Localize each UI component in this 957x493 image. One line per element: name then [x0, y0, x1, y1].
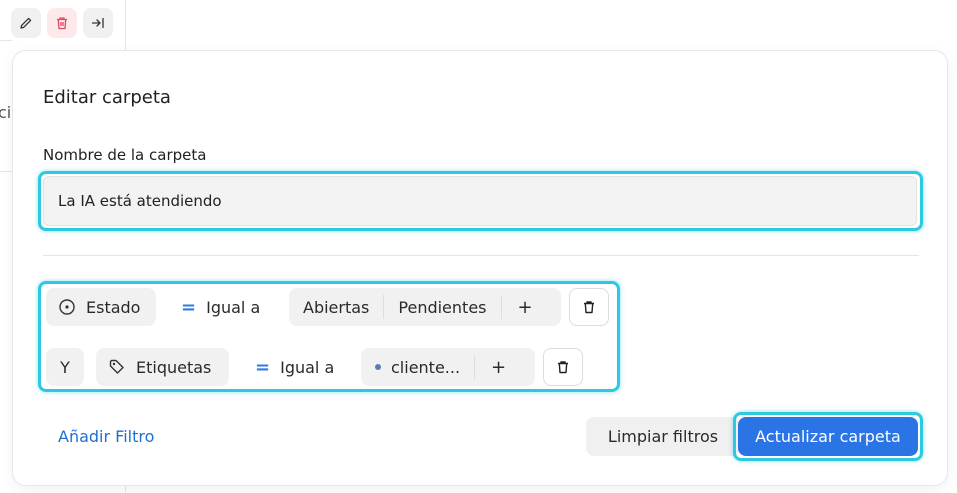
filter-attribute-etiquetas[interactable]: Etiquetas [96, 348, 229, 386]
filter-connector[interactable]: Y [46, 348, 84, 386]
background-divider [125, 0, 126, 50]
edit-button[interactable] [11, 8, 41, 38]
filter-value-chip[interactable]: Abiertas [289, 288, 383, 326]
folder-name-input[interactable]: La IA está atendiendo [43, 176, 917, 226]
filter-operator-label: Igual a [280, 357, 335, 377]
equals-icon: = [255, 356, 271, 378]
filter-value-label: Pendientes [398, 297, 487, 317]
trash-icon [54, 15, 70, 31]
background-divider [0, 40, 12, 41]
filter-value-label: cliente... [391, 357, 461, 377]
clear-filters-button[interactable]: Limpiar filtros [586, 417, 740, 456]
trash-icon [581, 299, 597, 315]
plus-icon: + [517, 296, 533, 318]
add-filter-link[interactable]: Añadir Filtro [58, 427, 154, 446]
filter-operator[interactable]: = Igual a [255, 348, 334, 386]
filter-attribute-label: Etiquetas [136, 357, 212, 377]
collapse-right-icon [90, 15, 106, 31]
filter-values: Abiertas Pendientes + [289, 288, 561, 326]
add-value-button[interactable]: + [502, 288, 533, 326]
update-folder-button[interactable]: Actualizar carpeta [738, 417, 918, 456]
divider [43, 255, 919, 256]
filter-value-chip[interactable]: cliente... [361, 348, 474, 386]
plus-icon: + [491, 356, 507, 378]
equals-icon: = [181, 296, 197, 318]
filter-attribute-estado[interactable]: Estado [46, 288, 156, 326]
screen: ci Editar carpeta Nombre de la carpeta L… [0, 0, 957, 493]
filter-attribute-label: Estado [86, 297, 141, 317]
background-text: ci [0, 103, 12, 122]
background-divider [0, 171, 12, 172]
edit-icon [18, 15, 34, 31]
delete-button[interactable] [47, 8, 77, 38]
filter-values: cliente... + [361, 348, 535, 386]
filter-operator[interactable]: = Igual a [181, 288, 260, 326]
remove-filter-button[interactable] [543, 348, 583, 386]
edit-folder-modal: Editar carpeta Nombre de la carpeta La I… [12, 50, 948, 486]
remove-filter-button[interactable] [569, 288, 609, 326]
filter-operator-label: Igual a [206, 297, 261, 317]
modal-title: Editar carpeta [43, 87, 171, 108]
circle-dot-icon [58, 298, 76, 316]
label-color-dot [375, 364, 381, 370]
filter-value-chip[interactable]: Pendientes [384, 288, 500, 326]
add-value-button[interactable]: + [475, 348, 506, 386]
tag-icon [108, 358, 126, 376]
connector-label: Y [60, 357, 70, 377]
trash-icon [555, 359, 571, 375]
collapse-panel-button[interactable] [83, 8, 113, 38]
filter-value-label: Abiertas [303, 297, 370, 317]
background-divider [125, 486, 126, 493]
top-toolbar [11, 8, 113, 38]
folder-name-label: Nombre de la carpeta [43, 146, 207, 164]
